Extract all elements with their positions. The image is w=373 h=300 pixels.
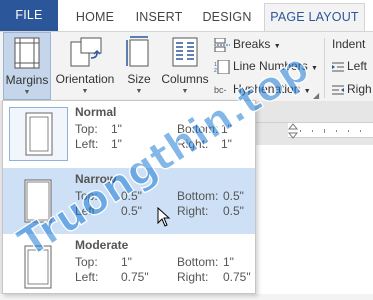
mouse-pointer-icon (157, 206, 171, 232)
orientation-label: Orientation (55, 72, 115, 86)
columns-label: Columns (161, 72, 209, 86)
tab-insert[interactable]: INSERT (128, 4, 190, 31)
svg-text:2: 2 (214, 68, 217, 74)
breaks-button[interactable]: Breaks ▼ (214, 34, 281, 54)
margin-preview-moderate (9, 240, 68, 294)
page-margins-icon (25, 112, 53, 156)
size-label: Size (127, 72, 151, 86)
indent-left-field[interactable]: Left (332, 56, 367, 76)
bottom-label: Bottom: (177, 122, 219, 136)
margin-option-normal[interactable]: Normal Top: 1" Bottom: 1" Left: 1" Right… (3, 101, 255, 167)
margin-option-moderate[interactable]: Moderate Top: 1" Bottom: 1" Left: 0.75" … (3, 234, 255, 300)
tab-file[interactable]: FILE (0, 0, 58, 31)
left-label: Left: (75, 270, 99, 284)
chevron-down-icon: ▼ (181, 88, 189, 95)
document-page[interactable] (250, 145, 373, 294)
bottom-label: Bottom: (177, 255, 219, 269)
indent-right-icon (332, 85, 344, 95)
orientation-button[interactable]: Orientation ▼ (54, 32, 116, 100)
line-numbers-icon: 1 2 (214, 59, 230, 75)
top-value: 1" (111, 122, 122, 136)
bottom-value: 1" (223, 255, 234, 269)
chevron-down-icon: ▼ (81, 88, 89, 95)
left-value: 1" (111, 137, 122, 151)
tab-home[interactable]: HOME (64, 4, 126, 31)
margin-option-name: Normal (75, 105, 117, 119)
dialog-launcher-icon[interactable]: ◢ (313, 91, 319, 100)
bottom-label: Bottom: (177, 189, 219, 203)
breaks-label: Breaks (233, 37, 271, 51)
margin-option-narrow[interactable]: Narrow Top: 0.5" Bottom: 0.5" Left: 0.5"… (3, 168, 255, 234)
top-label: Top: (75, 189, 98, 203)
right-label: Right: (177, 270, 209, 284)
top-label: Top: (75, 122, 98, 136)
breaks-icon (214, 37, 230, 53)
chevron-down-icon: ▼ (135, 88, 143, 95)
indent-right-field[interactable]: Righ (332, 79, 372, 99)
size-button[interactable]: Size ▼ (122, 32, 156, 100)
chevron-down-icon: ▼ (303, 88, 311, 95)
left-value: 0.5" (121, 204, 142, 218)
margins-icon (14, 37, 40, 69)
ribbon-group-separator (324, 38, 325, 98)
chevron-down-icon: ▼ (311, 65, 318, 72)
margin-preview-normal (9, 107, 68, 161)
indent-right-label: Righ (347, 82, 372, 96)
left-value: 0.75" (121, 270, 149, 284)
top-value: 1" (121, 255, 132, 269)
right-label: Right: (177, 137, 209, 151)
margin-preview-narrow (9, 174, 68, 228)
hyphenation-button[interactable]: bc- Hyphenation ▼ (214, 79, 311, 99)
ribbon-tab-strip: FILE HOME INSERT DESIGN PAGE LAYOUT (0, 0, 373, 31)
margins-button[interactable]: Margins ▼ (3, 32, 51, 100)
hyphenation-icon: bc- (214, 85, 227, 95)
tab-design[interactable]: DESIGN (196, 4, 258, 31)
left-label: Left: (75, 204, 99, 218)
bottom-value: 0.5" (223, 189, 244, 203)
right-value: 0.75" (223, 270, 251, 284)
svg-text:bc-: bc- (214, 85, 227, 95)
margin-option-name: Moderate (75, 238, 129, 252)
columns-button[interactable]: Columns ▼ (160, 32, 210, 100)
line-numbers-button[interactable]: 1 2 Line Numbers ▼ (214, 56, 318, 76)
chevron-down-icon: ▼ (273, 43, 281, 50)
indent-heading: Indent (332, 37, 366, 51)
orientation-icon (70, 37, 102, 67)
line-numbers-label: Line Numbers (233, 59, 308, 73)
right-label: Right: (177, 204, 209, 218)
horizontal-ruler[interactable] (250, 122, 373, 139)
ruler-ticks-icon (250, 123, 361, 139)
indent-left-label: Left (347, 59, 368, 73)
columns-icon (172, 37, 198, 67)
top-value: 0.5" (121, 189, 142, 203)
margins-label: Margins (5, 73, 49, 87)
indent-left-icon (332, 62, 344, 72)
page-margins-icon (24, 245, 52, 289)
top-label: Top: (75, 255, 98, 269)
right-value: 0.5" (223, 204, 244, 218)
tab-page-layout[interactable]: PAGE LAYOUT (264, 3, 365, 31)
margin-option-name: Narrow (75, 172, 117, 186)
bottom-value: 1" (221, 122, 232, 136)
page-margins-icon (24, 179, 52, 223)
left-label: Left: (75, 137, 99, 151)
right-value: 1" (221, 137, 232, 151)
hyphenation-label: Hyphenation (233, 82, 301, 96)
size-icon (126, 36, 149, 67)
margins-dropdown: Normal Top: 1" Bottom: 1" Left: 1" Right… (2, 100, 256, 294)
chevron-down-icon: ▼ (23, 89, 31, 96)
